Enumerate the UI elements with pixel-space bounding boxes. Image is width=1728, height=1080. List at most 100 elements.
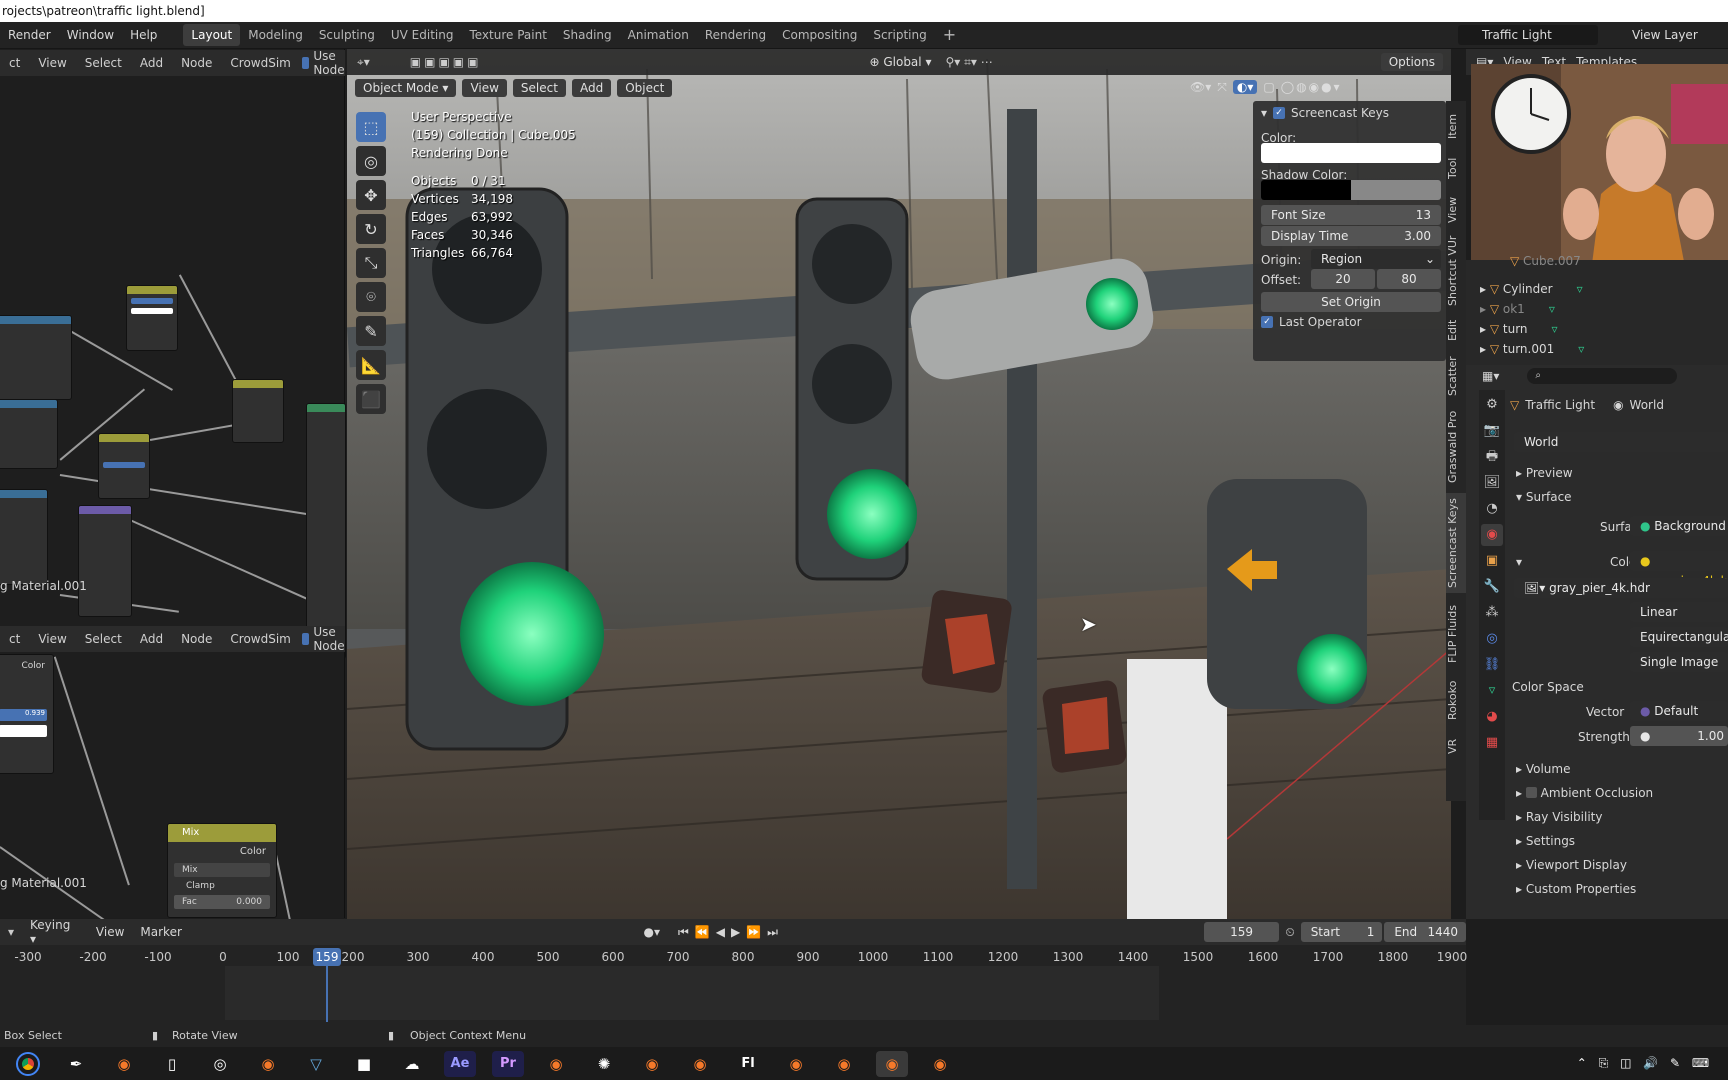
surface-shader-field[interactable]: ● Background — [1630, 516, 1728, 536]
shading-modes-icons[interactable]: ◯◍◉●▾ — [1281, 80, 1342, 94]
section-preview[interactable]: ▸ Preview — [1516, 466, 1573, 480]
overlay-icon[interactable]: ◐▾ — [1232, 80, 1258, 94]
shadow-color-swatch[interactable] — [1261, 180, 1441, 200]
menu-node[interactable]: Node — [172, 56, 221, 70]
scale-icon[interactable]: ⤡ — [356, 248, 386, 278]
origin-dropdown[interactable]: Region ⌄ — [1311, 249, 1441, 269]
node-mix-fac[interactable]: Fac 0.000 — [174, 895, 270, 909]
scene-icon[interactable]: ◔ — [1481, 498, 1503, 520]
menu-add-lower[interactable]: Add — [131, 632, 172, 646]
object-mode-dropdown[interactable]: Object Mode ▾ — [355, 79, 457, 97]
viewport-menu-select[interactable]: Select — [512, 79, 566, 97]
outliner-item-cube007[interactable]: ▽ Cube.007 — [1510, 254, 1581, 268]
timeline-menu-marker[interactable]: Marker — [132, 925, 189, 939]
world-icon[interactable]: ◉ — [1481, 524, 1503, 546]
shader-node-editor[interactable]: ct View Select Add Node CrowdSim Use Nod… — [0, 49, 346, 659]
menu-help[interactable]: Help — [122, 22, 165, 49]
outliner[interactable]: ▽ Cube.007 ▸ ▽ Cylinder ▿ ▸ ▽ ok1 ▿ ▸ ▽ tu… — [1466, 254, 1728, 365]
blender-icon[interactable]: ◉ — [828, 1051, 860, 1077]
section-settings[interactable]: ▸ Settings — [1516, 834, 1575, 848]
material-icon[interactable]: ◕ — [1481, 706, 1503, 728]
texture-icon[interactable]: ▦ — [1481, 732, 1503, 754]
steam-icon[interactable]: ☁ — [396, 1051, 428, 1077]
files-icon[interactable]: ▯ — [156, 1051, 188, 1077]
menu-view-lower[interactable]: View — [29, 632, 75, 646]
premiere-icon[interactable]: Pr — [492, 1050, 524, 1077]
timeline-menu-keying[interactable]: Keying ▾ — [22, 918, 88, 946]
scene-selector[interactable]: Traffic Light — [1458, 25, 1598, 45]
snapping-icons[interactable]: ⚲▾ ⌗▾ ⋯ — [945, 55, 992, 70]
select-mode-icons[interactable]: ▣▣▣▣▣ — [410, 55, 482, 69]
tray-icons[interactable]: ⌃ ⎘ ◫ 🔊 ✎ ⌨ — [1570, 1051, 1720, 1077]
end-frame-field[interactable]: End 1440 — [1384, 922, 1466, 942]
blender-icon[interactable]: ◉ — [252, 1051, 284, 1077]
outliner-item-turn001[interactable]: ▸ ▽ turn.001 ▿ — [1480, 342, 1584, 356]
tab-uv-editing[interactable]: UV Editing — [383, 24, 462, 46]
color-expand-icon[interactable]: ▾ — [1516, 555, 1522, 569]
shader-node-editor-lower[interactable]: ct View Select Add Node CrowdSim Use Nod… — [0, 625, 345, 951]
particles-icon[interactable]: ⁂ — [1481, 602, 1503, 624]
fl-studio-icon[interactable]: Fl — [732, 1051, 764, 1077]
tool-icon[interactable]: ⚙ — [1481, 394, 1503, 416]
menu-view[interactable]: View — [29, 56, 75, 70]
chrome-icon[interactable] — [12, 1051, 44, 1077]
strength-field[interactable]: ● 1.00 — [1630, 726, 1728, 746]
tab-sculpting[interactable]: Sculpting — [311, 24, 383, 46]
node-principled-bsdf[interactable] — [306, 403, 346, 659]
node-separate[interactable] — [0, 489, 48, 585]
tab-rendering[interactable]: Rendering — [697, 24, 774, 46]
options-dropdown[interactable]: Options — [1380, 53, 1443, 71]
tab-animation[interactable]: Animation — [620, 24, 697, 46]
menu-crowdsim-lower[interactable]: CrowdSim — [221, 632, 299, 646]
search-field[interactable]: ⌕ — [1527, 368, 1678, 384]
current-frame-field[interactable]: 159 — [1203, 922, 1280, 942]
inkscape-icon[interactable]: ✒ — [60, 1051, 92, 1077]
object-icon[interactable]: ▣ — [1481, 550, 1503, 572]
constraints-icon[interactable]: ⛓ — [1481, 654, 1503, 676]
viewport-menu-view[interactable]: View — [462, 79, 507, 97]
node-mix-selected[interactable] — [232, 379, 284, 443]
tab-rokoko[interactable]: Rokoko — [1446, 675, 1466, 725]
expand-icon[interactable]: ▸ — [1480, 342, 1490, 356]
expand-icon[interactable]: ▸ — [1480, 322, 1490, 336]
node-math[interactable] — [0, 399, 58, 469]
editor-type-icon[interactable]: ⌖▾ — [357, 55, 370, 70]
modifier-icon[interactable]: 🔧 — [1481, 576, 1503, 598]
gizmo-icon[interactable]: ⤧ — [1217, 80, 1227, 95]
panel-header[interactable]: ▾ ✓ Screencast Keys — [1261, 106, 1389, 120]
color-swatch[interactable] — [1261, 143, 1441, 163]
menu-crowdsim[interactable]: CrowdSim — [221, 56, 299, 70]
editor-type-icon[interactable]: ▦▾ — [1482, 369, 1499, 383]
playback-controls[interactable]: ⏮⏪◀▶⏩⏭ — [666, 925, 796, 940]
section-ray-visibility[interactable]: ▸ Ray Visibility — [1516, 810, 1602, 824]
blender-icon-active[interactable]: ◉ — [876, 1050, 908, 1077]
obs-icon[interactable]: ◎ — [204, 1051, 236, 1077]
transform-orientation-dropdown[interactable]: ⊕ Global ▾ — [869, 55, 931, 69]
blender-icon[interactable]: ◉ — [540, 1051, 572, 1077]
ao-checkbox[interactable] — [1525, 787, 1537, 798]
set-origin-button[interactable]: Set Origin — [1261, 292, 1441, 312]
terminal-icon[interactable]: ■ — [348, 1051, 380, 1077]
data-icon[interactable]: ▿ — [1481, 680, 1503, 702]
node-color-ramp[interactable] — [0, 315, 72, 400]
expand-icon[interactable]: ▸ — [1480, 302, 1490, 316]
outliner-item-turn[interactable]: ▸ ▽ turn ▿ — [1480, 322, 1558, 336]
tab-shortcut-vur[interactable]: Shortcut VUr — [1446, 235, 1466, 307]
after-effects-icon[interactable]: Ae — [444, 1050, 476, 1077]
viewport-menu-object[interactable]: Object — [617, 79, 673, 97]
vector-field[interactable]: ● Default — [1630, 701, 1728, 721]
transform-icon[interactable]: ⌾ — [356, 282, 386, 312]
blender-icon[interactable]: ◉ — [780, 1051, 812, 1077]
tab-vr[interactable]: VR — [1446, 731, 1466, 761]
source-dropdown[interactable]: Single Image — [1630, 652, 1728, 672]
tab-item[interactable]: Item — [1446, 109, 1466, 143]
section-custom-properties[interactable]: ▸ Custom Properties — [1516, 882, 1636, 896]
blender-icon[interactable]: ◉ — [924, 1051, 956, 1077]
node-multiply-a[interactable] — [126, 285, 178, 351]
node-value-field[interactable]: 0.939 — [0, 709, 47, 721]
timeline-menu-view[interactable]: View — [88, 925, 132, 939]
tab-scatter[interactable]: Scatter — [1446, 351, 1466, 401]
tab-graswald-pro[interactable]: Graswald Pro — [1446, 407, 1466, 487]
add-cube-icon[interactable]: ⬛ — [356, 384, 386, 414]
section-viewport-display[interactable]: ▸ Viewport Display — [1516, 858, 1627, 872]
